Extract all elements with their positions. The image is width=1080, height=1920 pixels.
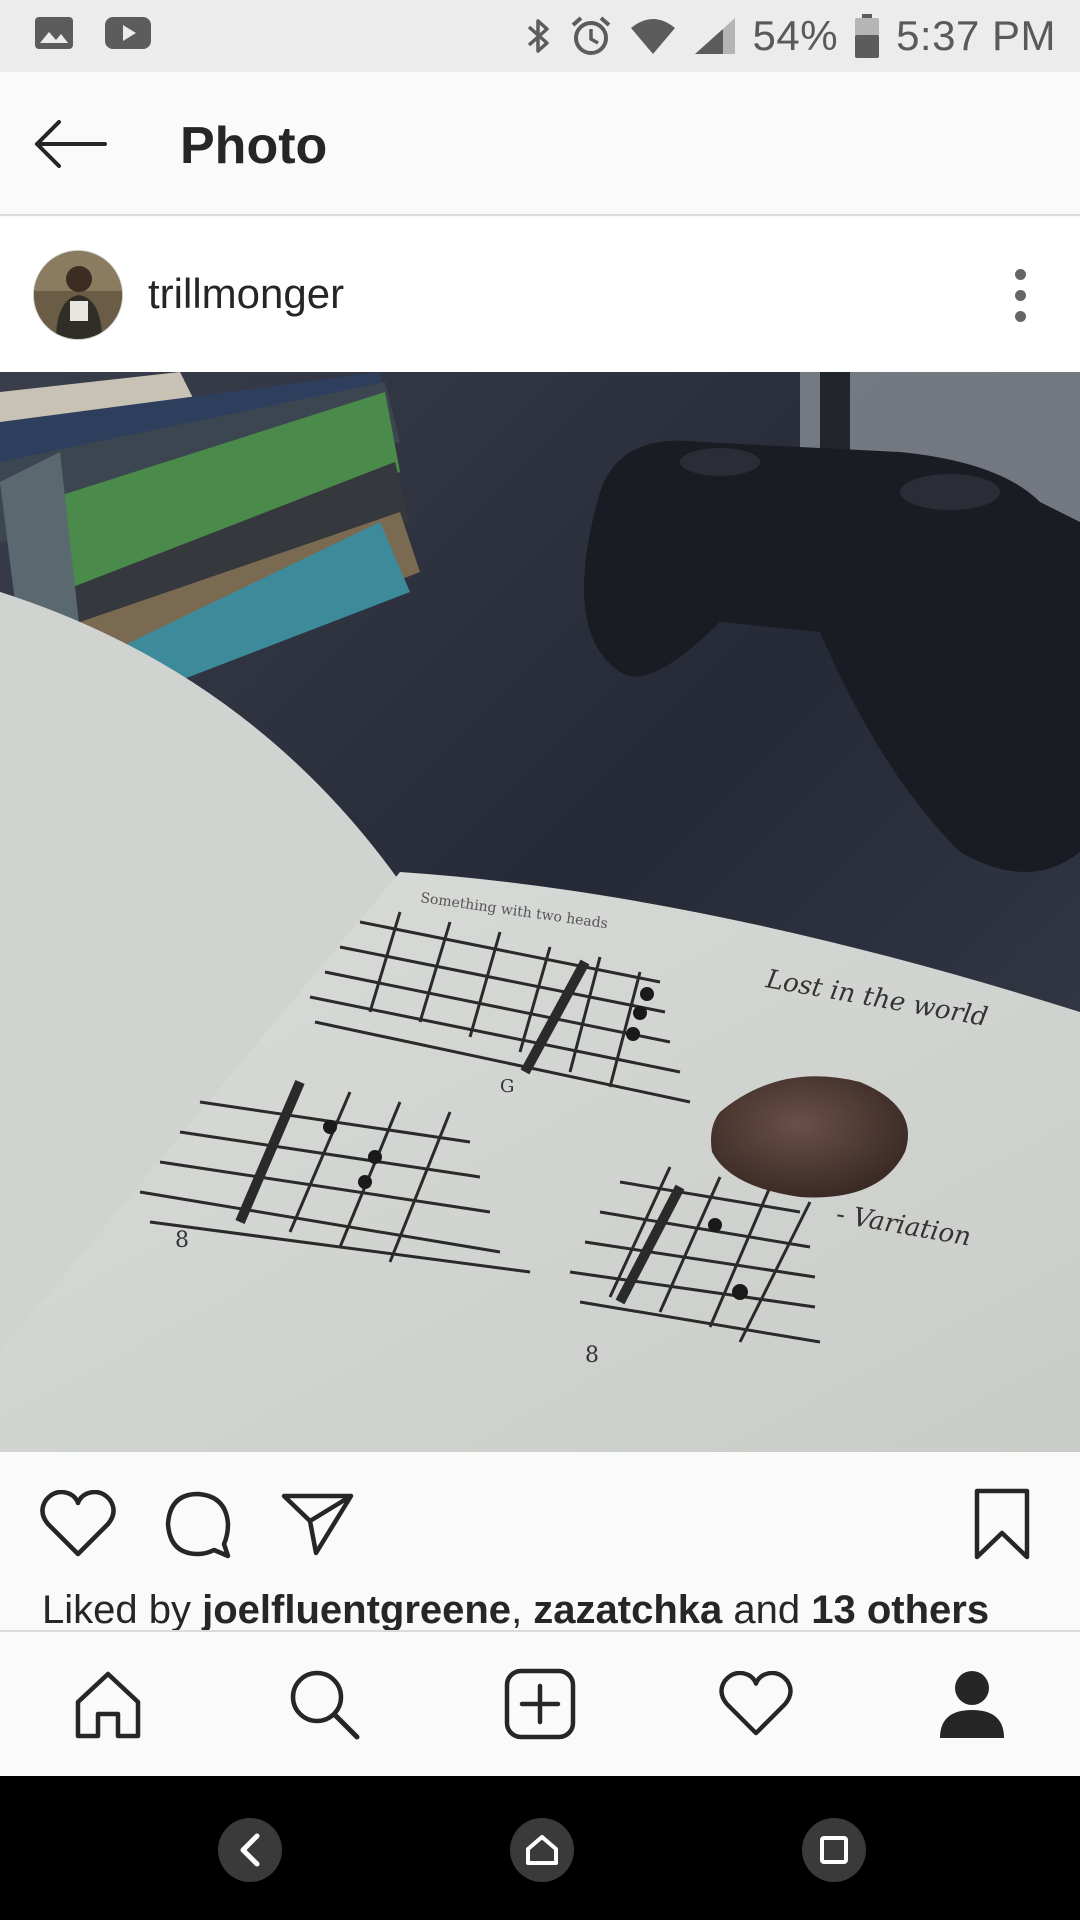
profile-icon [940, 1671, 1004, 1738]
likes-prefix: Liked by [42, 1588, 203, 1630]
nav-search[interactable] [284, 1664, 364, 1744]
more-dot [1014, 310, 1026, 322]
home-icon [75, 1671, 141, 1739]
comment-button[interactable] [158, 1484, 238, 1564]
post-photo[interactable]: Something with two heads Lost in the wor… [0, 372, 1080, 1452]
like-button[interactable] [38, 1484, 118, 1564]
more-dot [1014, 268, 1026, 280]
more-dot [1014, 289, 1026, 301]
nav-home[interactable] [68, 1664, 148, 1744]
comment-icon [165, 1491, 231, 1559]
activity-heart-icon [719, 1671, 793, 1736]
photo-note-8a: 8 [175, 1228, 189, 1253]
wifi-icon [630, 19, 675, 54]
action-bar [0, 1452, 1080, 1592]
bottom-nav [0, 1630, 1080, 1776]
more-options-button[interactable] [990, 258, 1050, 332]
page-title: Photo [180, 117, 328, 175]
save-button[interactable] [962, 1484, 1042, 1564]
system-recents-button[interactable] [802, 1818, 866, 1882]
heart-icon [40, 1490, 116, 1557]
bookmark-icon [974, 1488, 1030, 1560]
home-icon [526, 1835, 558, 1865]
status-left [34, 14, 152, 52]
post-header: trillmonger [0, 218, 1080, 372]
nav-activity[interactable] [716, 1664, 796, 1744]
likes-separator: , [511, 1588, 534, 1630]
arrow-left-icon [35, 120, 107, 168]
share-icon [281, 1493, 354, 1556]
clock: 5:37 PM [896, 12, 1056, 59]
avatar-image [34, 251, 122, 339]
username[interactable]: trillmonger [148, 270, 344, 318]
gallery-icon [35, 17, 73, 49]
avatar[interactable] [33, 250, 123, 340]
likes-others[interactable]: 13 others [811, 1588, 989, 1630]
likes-text[interactable]: Liked by joelfluentgreene, zazatchka and… [42, 1588, 989, 1630]
photo-note-8b: 8 [585, 1343, 599, 1368]
likes-row: Liked by joelfluentgreene, zazatchka and… [0, 1580, 1080, 1630]
likes-conjunction: and [722, 1588, 812, 1630]
share-button[interactable] [278, 1484, 358, 1564]
back-button[interactable] [30, 108, 110, 180]
status-right: 54% 5:37 PM [523, 10, 1056, 62]
signal-icon [694, 18, 735, 54]
nav-new-post[interactable] [500, 1664, 580, 1744]
alarm-icon [571, 16, 610, 55]
recents-icon [820, 1836, 848, 1864]
status-bar: 54% 5:37 PM [0, 0, 1080, 72]
top-bar: Photo [0, 72, 1080, 216]
system-home-button[interactable] [510, 1818, 574, 1882]
battery-percentage: 54% [752, 12, 839, 59]
nav-profile[interactable] [932, 1664, 1012, 1744]
battery-icon [855, 14, 880, 58]
search-icon [290, 1670, 360, 1740]
system-nav [0, 1776, 1080, 1920]
liker-1[interactable]: joelfluentgreene [202, 1588, 511, 1630]
youtube-icon [105, 17, 151, 49]
bluetooth-icon [527, 19, 549, 53]
photo-illustration: Something with two heads Lost in the wor… [0, 372, 1080, 1452]
liker-2[interactable]: zazatchka [533, 1588, 722, 1630]
back-icon [240, 1833, 260, 1867]
add-post-icon [504, 1668, 576, 1740]
system-back-button[interactable] [218, 1818, 282, 1882]
photo-note-g: G [500, 1076, 514, 1097]
